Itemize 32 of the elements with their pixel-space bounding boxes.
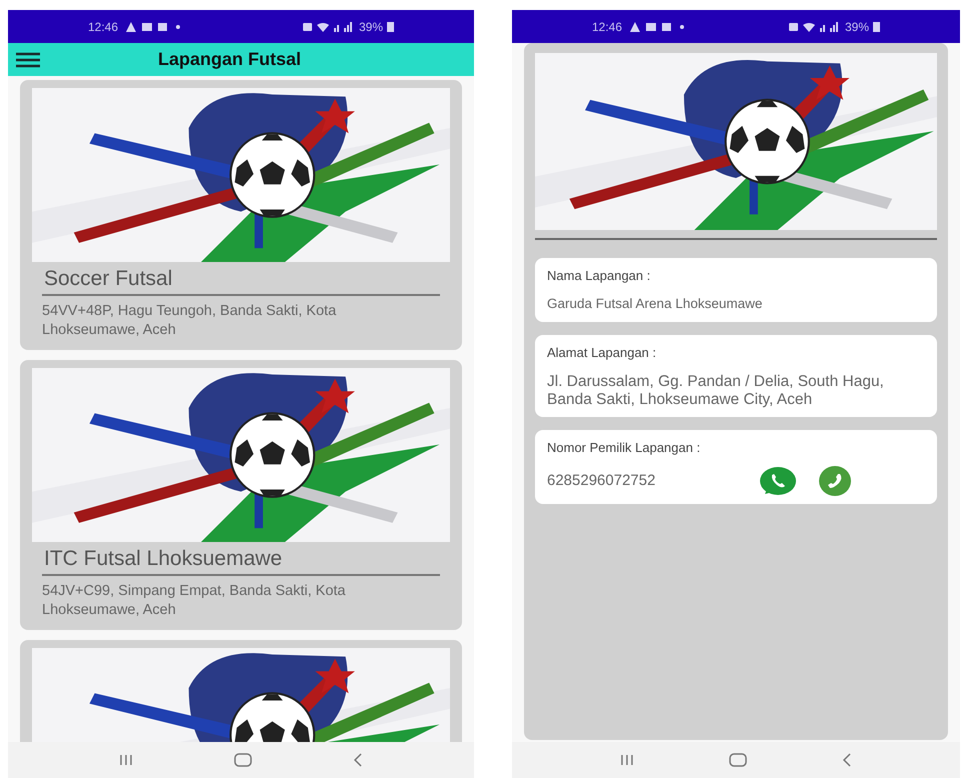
- battery-icon: [387, 21, 394, 32]
- info-value: Jl. Darussalam, Gg. Pandan / Delia, South Hagu, Banda Sakti, Lhokseumawe City, Aceh: [547, 373, 885, 409]
- info-value: Garuda Futsal Arena Lhokseumawe: [547, 295, 764, 313]
- home-icon[interactable]: [728, 753, 747, 767]
- battery-icon: [873, 21, 880, 32]
- field-card[interactable]: ITC Futsal Lhoksuemawe 54JV+C99, Simpang Empat, Banda Sakti, Kota Lhokseumawe, Aceh: [20, 360, 462, 630]
- field-name: ITC Futsal Lhoksuemawe: [43, 546, 284, 572]
- field-name: Soccer Futsal: [43, 266, 174, 292]
- notification-icons: [630, 22, 686, 32]
- back-icon[interactable]: [353, 753, 364, 767]
- recent-apps-icon[interactable]: [118, 754, 133, 766]
- back-icon[interactable]: [842, 753, 852, 767]
- field-card[interactable]: Soccer Futsal 54VV+48P, Hagu Teungoh, Banda Sakti, Kota Lhokseumawe, Aceh: [20, 80, 462, 350]
- home-icon[interactable]: [234, 753, 252, 767]
- info-label: Alamat Lapangan :: [547, 344, 658, 362]
- whatsapp-icon[interactable]: [759, 466, 797, 496]
- signal-icons: [302, 22, 355, 32]
- notification-icons: [126, 22, 182, 32]
- field-address: 54JV+C99, Simpang Empat, Banda Sakti, Kota Lhokseumawe, Aceh: [41, 582, 346, 620]
- recent-apps-icon[interactable]: [620, 754, 634, 766]
- signal-icons: [788, 22, 841, 32]
- info-label: Nomor Pemilik Lapangan :: [547, 439, 702, 457]
- info-value: 6285296072752: [547, 470, 656, 491]
- info-label: Nama Lapangan :: [547, 267, 652, 285]
- status-time: 12:46: [88, 18, 118, 36]
- status-time: 12:46: [592, 18, 622, 36]
- app-title: Lapangan Futsal: [158, 48, 302, 71]
- menu-icon[interactable]: [16, 52, 40, 68]
- battery-percent: 39%: [358, 18, 383, 36]
- phone-icon[interactable]: [819, 466, 851, 496]
- battery-percent: 39%: [844, 18, 869, 36]
- field-address: 54VV+48P, Hagu Teungoh, Banda Sakti, Kota Lhokseumawe, Aceh: [41, 302, 338, 340]
